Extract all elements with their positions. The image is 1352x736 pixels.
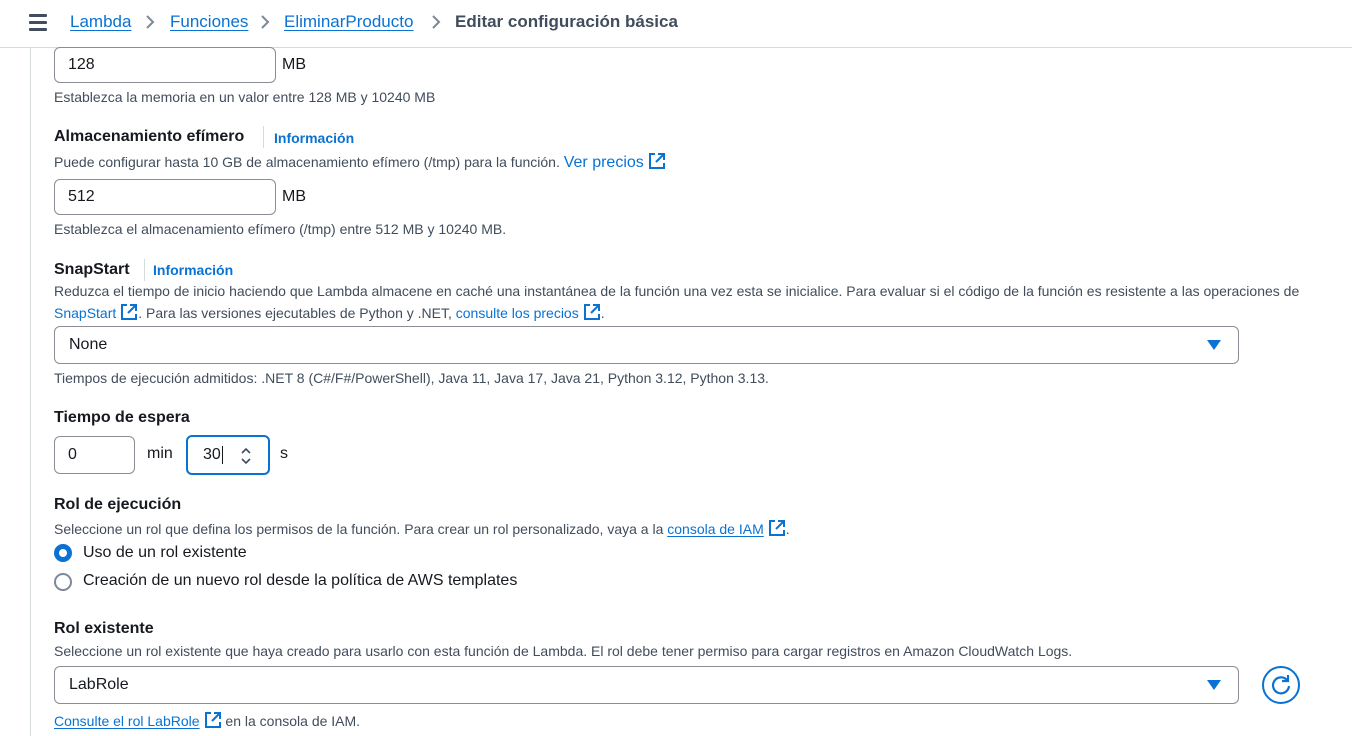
iam-console-link[interactable]: consola de IAM — [667, 521, 764, 537]
external-link-icon — [768, 520, 785, 536]
pricing-link[interactable]: Ver precios — [564, 154, 644, 171]
view-role-suffix: en la consola de IAM. — [225, 713, 361, 729]
chevron-right-icon — [261, 15, 270, 29]
existing-role-select[interactable]: LabRole — [54, 666, 1239, 704]
snapstart-description-links: SnapStart . Para las versiones ejecutable… — [54, 303, 605, 321]
timeout-seconds-value: 30 — [203, 446, 221, 463]
existing-role-selected-value: LabRole — [69, 676, 129, 693]
snapstart-select[interactable]: None — [54, 326, 1239, 364]
snapstart-doc-link[interactable]: SnapStart — [54, 305, 116, 321]
refresh-button[interactable] — [1262, 666, 1300, 704]
radio-new-role-label[interactable]: Creación de un nuevo rol desde la políti… — [83, 572, 517, 590]
divider — [144, 259, 145, 281]
snapstart-desc-text: . Para las versiones ejecutables de Pyth… — [138, 305, 452, 321]
memory-hint: Establezca la memoria en un valor entre … — [54, 89, 436, 105]
text-cursor — [221, 446, 223, 464]
execution-role-description: Seleccione un rol que defina los permiso… — [54, 519, 790, 537]
execution-role-title: Rol de ejecución — [54, 496, 182, 513]
breadcrumb-lambda[interactable]: Lambda — [70, 12, 131, 32]
ephemeral-description: Puede configurar hasta 10 GB de almacena… — [54, 152, 666, 172]
external-link-icon — [204, 712, 221, 728]
memory-input[interactable]: 128 — [54, 47, 276, 83]
role-desc-end: . — [785, 521, 790, 537]
snapstart-description: Reduzca el tiempo de inicio haciendo que… — [54, 283, 1300, 299]
caret-down-icon — [1207, 340, 1221, 350]
role-desc-text: Seleccione un rol que defina los permiso… — [54, 521, 664, 537]
snapstart-desc-end: . — [600, 305, 605, 321]
timeout-minutes-input[interactable]: 0 — [54, 436, 135, 474]
snapstart-pricing-link[interactable]: consulte los precios — [456, 305, 579, 321]
external-link-icon — [648, 153, 665, 169]
radio-new-role[interactable] — [54, 573, 72, 591]
snapstart-info-link[interactable]: Información — [153, 262, 233, 278]
existing-role-description: Seleccione un rol existente que haya cre… — [54, 643, 1073, 659]
ephemeral-hint: Establezca el almacenamiento efímero (/t… — [54, 221, 507, 237]
breadcrumb-functions[interactable]: Funciones — [170, 12, 248, 32]
timeout-seconds-input[interactable]: 30 — [186, 435, 270, 475]
timeout-title: Tiempo de espera — [54, 409, 190, 426]
snapstart-title: SnapStart — [54, 261, 130, 278]
ephemeral-value: 512 — [68, 188, 95, 205]
ephemeral-storage-input[interactable]: 512 — [54, 179, 276, 215]
existing-role-view: Consulte el rol LabRole en la consola de… — [54, 711, 360, 729]
chevron-right-icon — [146, 15, 155, 29]
radio-existing-role[interactable] — [54, 544, 72, 562]
timeout-minutes-unit: min — [147, 445, 173, 462]
menu-icon[interactable] — [29, 14, 47, 31]
spinner-arrows-icon[interactable] — [240, 446, 252, 466]
external-link-icon — [121, 304, 138, 320]
side-navigation-rail — [0, 48, 31, 736]
top-bar: Lambda Funciones EliminarProducto Editar… — [0, 0, 1352, 48]
breadcrumb-function-name[interactable]: EliminarProducto — [284, 12, 413, 32]
snapstart-hint: Tiempos de ejecución admitidos: .NET 8 (… — [54, 370, 769, 386]
refresh-icon — [1271, 675, 1291, 695]
memory-unit: MB — [282, 56, 306, 73]
chevron-right-icon — [432, 15, 441, 29]
timeout-minutes-value: 0 — [68, 446, 77, 463]
breadcrumb-current: Editar configuración básica — [455, 12, 678, 31]
external-link-icon — [583, 304, 600, 320]
memory-value: 128 — [68, 56, 95, 73]
view-role-link[interactable]: Consulte el rol LabRole — [54, 713, 200, 729]
ephemeral-unit: MB — [282, 188, 306, 205]
timeout-seconds-unit: s — [280, 445, 288, 462]
radio-existing-role-label[interactable]: Uso de un rol existente — [83, 544, 247, 562]
ephemeral-desc-text: Puede configurar hasta 10 GB de almacena… — [54, 154, 560, 170]
existing-role-title: Rol existente — [54, 620, 154, 637]
divider — [263, 126, 264, 148]
ephemeral-info-link[interactable]: Información — [274, 130, 354, 146]
ephemeral-storage-title: Almacenamiento efímero — [54, 128, 245, 145]
snapstart-selected-value: None — [69, 336, 108, 353]
caret-down-icon — [1207, 680, 1221, 690]
